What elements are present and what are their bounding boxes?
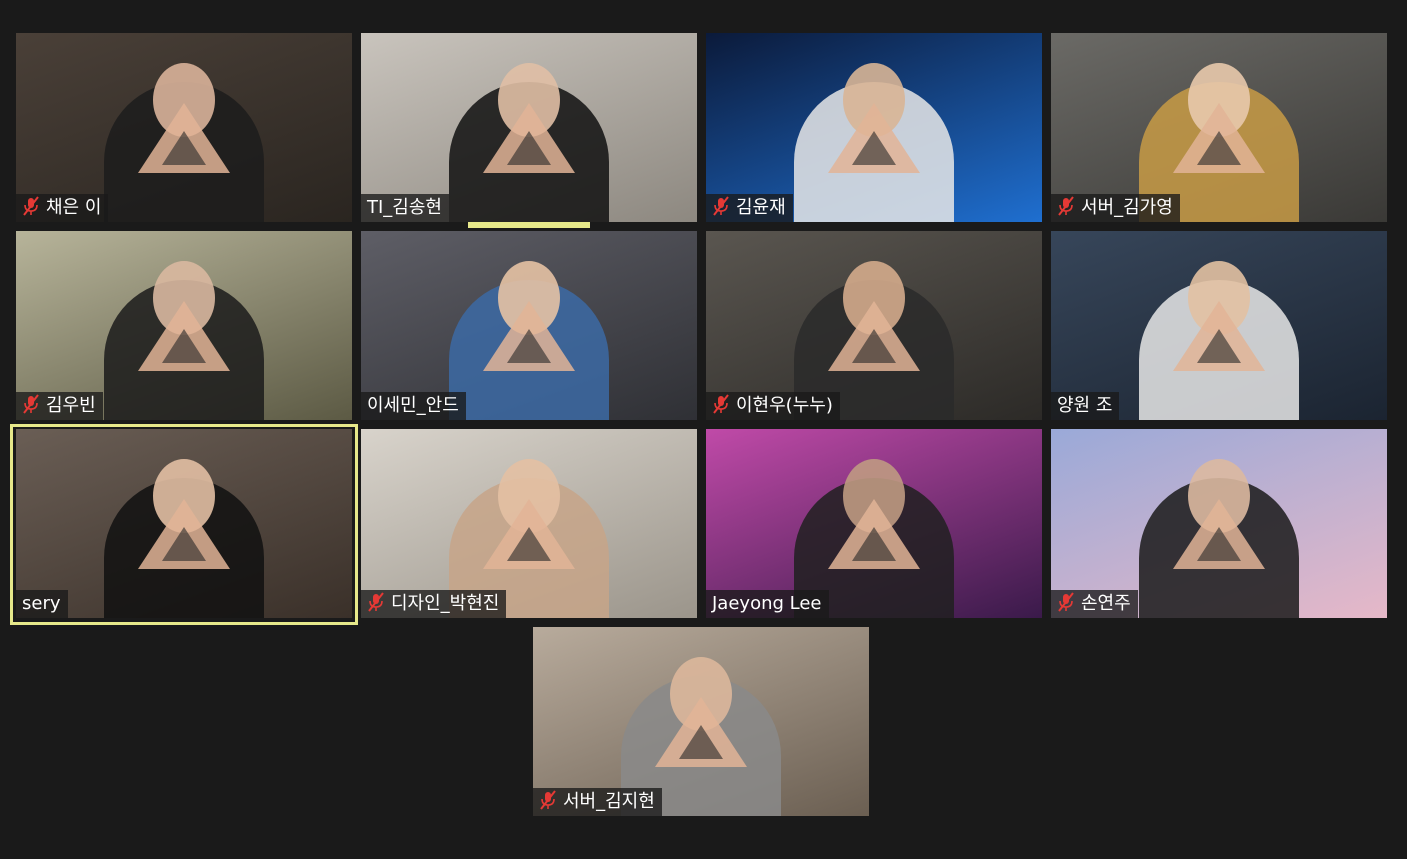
participant-nameplate: 디자인_박현진 (361, 590, 507, 618)
hand-gesture (655, 697, 747, 767)
speaking-indicator (468, 222, 590, 228)
participant-tile[interactable]: 이세민_안드 (361, 231, 697, 420)
microphone-muted-icon (23, 196, 39, 216)
participant-tile[interactable]: Jaeyong Lee (706, 429, 1042, 618)
hand-gesture (138, 499, 230, 569)
hand-gesture (483, 301, 575, 371)
participant-nameplate: 서버_김지현 (533, 788, 662, 816)
hand-gesture (828, 499, 920, 569)
participant-tile[interactable]: 서버_김지현 (533, 627, 869, 816)
gallery-view: 채은 이 TI_김송현 김윤재 서버_김가영 김우빈 이세민_안드 이현우(누누… (0, 0, 1407, 859)
microphone-muted-icon (713, 394, 729, 414)
hand-gesture (1173, 499, 1265, 569)
participant-tile[interactable]: 채은 이 (16, 33, 352, 222)
participant-nameplate: 이세민_안드 (361, 392, 466, 420)
participant-name: Jaeyong Lee (712, 593, 822, 614)
participant-name: 서버_김가영 (1081, 197, 1173, 218)
participant-name: TI_김송현 (367, 197, 442, 218)
participant-nameplate: 양원 조 (1051, 392, 1120, 420)
hand-gesture (138, 301, 230, 371)
participant-nameplate: 채은 이 (16, 194, 109, 222)
microphone-muted-icon (23, 394, 39, 414)
microphone-muted-icon (368, 592, 384, 612)
participant-tile[interactable]: 손연주 (1051, 429, 1387, 618)
participant-nameplate: 손연주 (1051, 590, 1138, 618)
microphone-muted-icon (1058, 196, 1074, 216)
hand-gesture (138, 103, 230, 173)
participant-name: 서버_김지현 (563, 791, 655, 812)
participant-name: 손연주 (1081, 593, 1131, 614)
microphone-muted-icon (540, 790, 556, 810)
participant-name: 이현우(누누) (736, 395, 833, 416)
participant-nameplate: 이현우(누누) (706, 392, 840, 420)
hand-gesture (1173, 103, 1265, 173)
participant-tile[interactable]: 김우빈 (16, 231, 352, 420)
microphone-muted-icon (1058, 592, 1074, 612)
participant-tile[interactable]: 이현우(누누) (706, 231, 1042, 420)
participant-nameplate: TI_김송현 (361, 194, 449, 222)
hand-gesture (828, 103, 920, 173)
participant-tile[interactable]: 디자인_박현진 (361, 429, 697, 618)
participant-nameplate: 서버_김가영 (1051, 194, 1180, 222)
participant-tile[interactable]: 김윤재 (706, 33, 1042, 222)
participant-name: 이세민_안드 (367, 395, 459, 416)
participant-nameplate: 김윤재 (706, 194, 793, 222)
participant-name: sery (22, 593, 61, 614)
participant-nameplate: Jaeyong Lee (706, 590, 829, 618)
participant-name: 김우빈 (46, 395, 96, 416)
participant-name: 채은 이 (46, 197, 102, 218)
hand-gesture (1173, 301, 1265, 371)
microphone-muted-icon (713, 196, 729, 216)
participant-nameplate: sery (16, 590, 68, 618)
participant-tile[interactable]: sery (16, 429, 352, 618)
participant-tile[interactable]: 양원 조 (1051, 231, 1387, 420)
hand-gesture (828, 301, 920, 371)
participant-name: 양원 조 (1057, 395, 1113, 416)
hand-gesture (483, 499, 575, 569)
participant-name: 디자인_박현진 (391, 593, 500, 614)
participant-tile[interactable]: 서버_김가영 (1051, 33, 1387, 222)
hand-gesture (483, 103, 575, 173)
participant-nameplate: 김우빈 (16, 392, 103, 420)
participant-name: 김윤재 (736, 197, 786, 218)
participant-tile[interactable]: TI_김송현 (361, 33, 697, 222)
